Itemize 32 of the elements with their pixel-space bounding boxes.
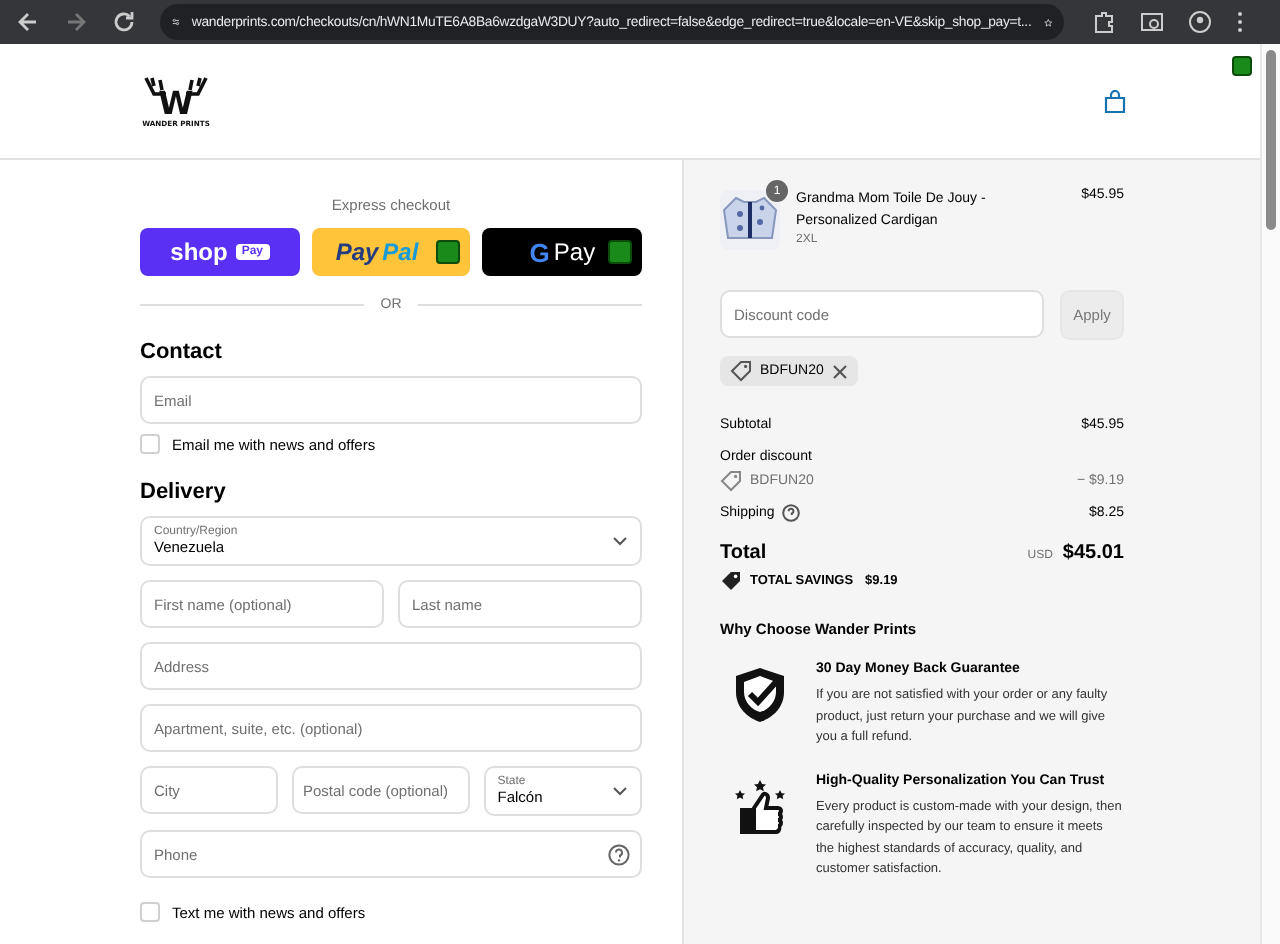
scrollbar-thumb[interactable] [1266,50,1276,230]
checkbox[interactable] [140,902,160,922]
tag-icon [720,570,742,592]
section-heading: Delivery [140,480,228,504]
shopping-bag-icon[interactable] [1104,89,1126,113]
tag-icon [730,360,752,382]
extensions-icon[interactable] [1092,10,1116,34]
square-icon [436,240,461,264]
square-icon [1232,56,1252,76]
chevron-down-icon [612,786,628,796]
section-heading: Contact [140,340,224,364]
total-label: Total [720,542,767,564]
profile-icon[interactable] [1188,10,1212,34]
close-icon[interactable] [831,363,848,379]
checkbox[interactable] [140,434,160,454]
scrollbar[interactable] [1260,44,1280,944]
paypal-button[interactable]: Pay Pal [311,228,471,276]
thumbs-up-stars-icon [732,777,788,837]
chevron-down-icon [612,536,628,546]
cardigan-drawing [720,190,780,250]
reload-icon[interactable] [112,10,136,34]
help-icon [608,844,630,866]
tag-icon [720,470,742,492]
back-icon[interactable] [16,10,40,34]
forward-icon[interactable] [64,10,88,34]
menu-icon[interactable] [1236,10,1244,34]
total-amount: $45.01 [1062,542,1124,564]
help-icon[interactable] [782,504,801,522]
square-icon [608,240,633,264]
tab-search-icon[interactable] [1140,10,1164,34]
shield-check-icon [732,666,788,726]
google-pay-button[interactable]: G Pay [482,228,643,276]
